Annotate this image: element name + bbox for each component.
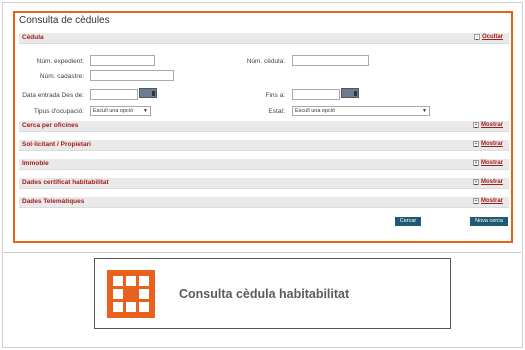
- section-immoble: Immoble + Mostrar: [19, 159, 509, 170]
- grid-logo-icon: [107, 270, 155, 318]
- num-cadastre-field[interactable]: [90, 70, 174, 81]
- expand-icon: +: [472, 198, 479, 204]
- toggle-label: Mostrar: [480, 179, 503, 185]
- expand-icon: +: [472, 141, 479, 147]
- toggle-label: Mostrar: [480, 122, 503, 128]
- data-entrada-label: Data entrada Des de:: [22, 92, 84, 99]
- section-title: Dades Telemàtiques: [22, 198, 85, 205]
- section-sollicitant: Sol·licitant / Propietari + Mostrar: [19, 140, 509, 151]
- show-toggle[interactable]: + Mostrar: [472, 141, 503, 147]
- show-toggle[interactable]: + Mostrar: [472, 179, 503, 185]
- expand-icon: +: [472, 179, 479, 185]
- toggle-label: Ocultar: [481, 34, 503, 40]
- app-banner[interactable]: Consulta cèdula habitabilitat: [94, 258, 451, 329]
- collapse-icon: -: [473, 34, 480, 40]
- select-value: Escull una opció: [295, 108, 336, 114]
- section-cerca-oficines: Cerca per oficines + Mostrar: [19, 121, 509, 132]
- section-title: Immoble: [22, 160, 49, 167]
- fins-a-label: Fins a:: [265, 92, 285, 99]
- section-title: Dades certificat habitabilitat: [22, 179, 109, 186]
- num-cadastre-label: Núm. cadastre:: [39, 73, 84, 80]
- panel-title: Consulta de cèdules: [19, 15, 110, 26]
- calendar-icon[interactable]: [341, 88, 359, 98]
- calendar-icon[interactable]: [139, 88, 157, 98]
- select-value: Escull una opció: [93, 108, 134, 114]
- section-certificat: Dades certificat habitabilitat + Mostrar: [19, 178, 509, 189]
- estat-select[interactable]: Escull una opció ▼: [292, 106, 430, 116]
- tipus-ocupacio-label: Tipus d'ocupació:: [33, 108, 84, 115]
- hide-toggle[interactable]: - Ocultar: [473, 34, 503, 40]
- section-title: Cerca per oficines: [22, 122, 79, 129]
- section-cedula: Cèdula - Ocultar: [19, 33, 509, 44]
- data-entrada-field[interactable]: [90, 89, 138, 100]
- section-title: Sol·licitant / Propietari: [22, 141, 91, 148]
- show-toggle[interactable]: + Mostrar: [472, 198, 503, 204]
- num-cedula-field[interactable]: [292, 55, 369, 66]
- tipus-ocupacio-select[interactable]: Escull una opció ▼: [90, 106, 151, 116]
- num-expedient-label: Núm. expedient:: [36, 58, 84, 65]
- expand-icon: +: [472, 160, 479, 166]
- chevron-down-icon: ▼: [143, 108, 148, 114]
- banner-title: Consulta cèdula habitabilitat: [179, 287, 350, 301]
- section-telematiques: Dades Telemàtiques + Mostrar: [19, 197, 509, 208]
- search-panel: Consulta de cèdules Cèdula - Ocultar Núm…: [13, 11, 513, 243]
- estat-label: Estat:: [268, 108, 285, 115]
- toggle-label: Mostrar: [480, 160, 503, 166]
- show-toggle[interactable]: + Mostrar: [472, 160, 503, 166]
- num-cedula-label: Núm. cèdula:: [246, 58, 285, 65]
- search-button[interactable]: Cercar: [395, 217, 421, 226]
- show-toggle[interactable]: + Mostrar: [472, 122, 503, 128]
- num-expedient-field[interactable]: [90, 55, 155, 66]
- chevron-down-icon: ▼: [422, 108, 427, 114]
- new-search-button[interactable]: Nova cerca: [470, 217, 508, 226]
- fins-a-field[interactable]: [292, 89, 340, 100]
- toggle-label: Mostrar: [480, 198, 503, 204]
- section-title: Cèdula: [22, 34, 44, 41]
- toggle-label: Mostrar: [480, 141, 503, 147]
- expand-icon: +: [472, 122, 479, 128]
- divider: [4, 252, 521, 253]
